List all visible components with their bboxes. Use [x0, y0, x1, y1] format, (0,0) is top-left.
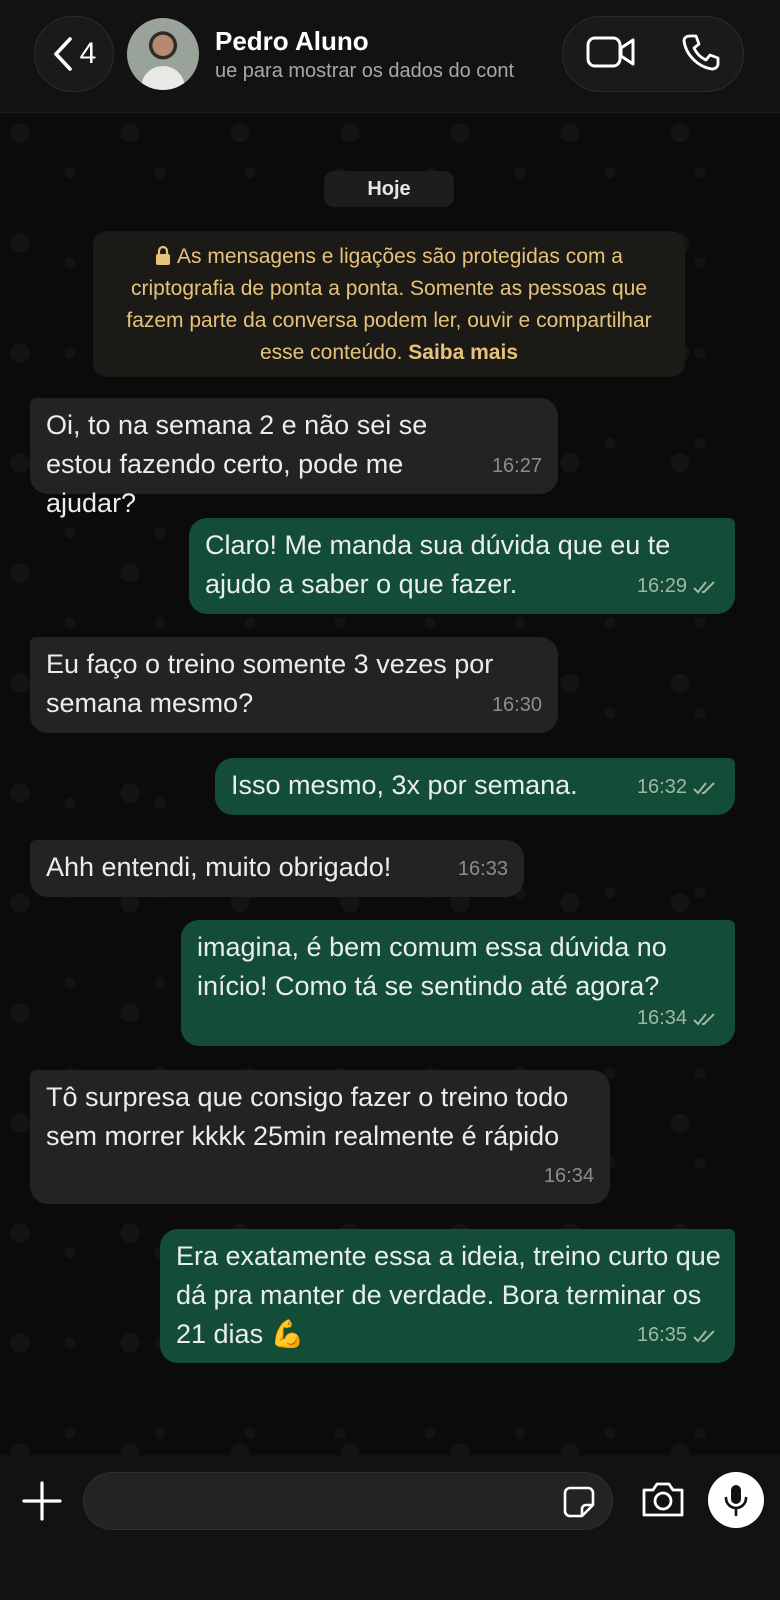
message-time: 16:29 [636, 575, 687, 597]
message-text: Eu faço o treino somente 3 vezes por sem… [46, 649, 494, 718]
message-time: 16:27 [491, 455, 542, 477]
message-time: 16:35 [636, 1324, 687, 1346]
message-input[interactable] [104, 1483, 538, 1521]
voice-call-button[interactable] [681, 32, 721, 77]
call-actions [562, 16, 744, 92]
voice-message-button[interactable] [708, 1472, 764, 1528]
message-outgoing[interactable]: Era exatamente essa a ideia, treino curt… [160, 1229, 735, 1363]
double-check-icon [693, 1012, 715, 1025]
chat-area[interactable]: Hoje As mensagens e ligações são protegi… [0, 113, 780, 1455]
message-time: 16:34 [636, 1007, 687, 1029]
video-camera-icon [586, 36, 634, 67]
contact-name[interactable]: Pedro Aluno [215, 26, 369, 57]
chevron-left-icon [53, 37, 72, 71]
double-check-icon [693, 1329, 715, 1342]
message-incoming[interactable]: Eu faço o treino somente 3 vezes por sem… [30, 637, 558, 733]
unread-count: 4 [79, 37, 97, 70]
encryption-text: As mensagens e ligações são protegidas c… [126, 245, 652, 364]
message-incoming[interactable]: Ahh entendi, muito obrigado! 16:33 [30, 840, 524, 897]
date-separator: Hoje [324, 171, 454, 207]
camera-button[interactable] [640, 1479, 686, 1523]
message-time: 16:32 [636, 776, 687, 798]
message-text: Oi, to na semana 2 e não sei se estou fa… [46, 410, 428, 518]
encryption-notice[interactable]: As mensagens e ligações são protegidas c… [93, 231, 685, 377]
double-check-icon [693, 781, 715, 794]
microphone-icon [724, 1485, 748, 1517]
message-outgoing[interactable]: imagina, é bem comum essa dúvida no iníc… [181, 920, 735, 1046]
message-composer [0, 1455, 780, 1600]
sticker-icon [563, 1486, 595, 1518]
attach-button[interactable] [20, 1479, 64, 1523]
message-incoming[interactable]: Oi, to na semana 2 e não sei se estou fa… [30, 398, 558, 518]
lock-icon [156, 246, 171, 265]
camera-icon [642, 1482, 684, 1517]
sticker-button[interactable] [562, 1485, 596, 1519]
double-check-icon [693, 580, 715, 593]
message-outgoing[interactable]: Claro! Me manda sua dúvida que eu te aju… [189, 518, 735, 614]
message-outgoing[interactable]: Isso mesmo, 3x por semana. 16:32 [215, 758, 735, 815]
phone-icon [682, 34, 719, 70]
message-text: Tô surpresa que consigo fazer o treino t… [46, 1082, 569, 1151]
back-button[interactable]: 4 [34, 16, 114, 92]
plus-icon [22, 1481, 62, 1521]
message-text: Ahh entendi, muito obrigado! [46, 852, 392, 882]
message-input-box[interactable] [83, 1472, 613, 1530]
message-text: imagina, é bem comum essa dúvida no iníc… [197, 932, 667, 1001]
message-incoming[interactable]: Tô surpresa que consigo fazer o treino t… [30, 1070, 610, 1204]
chat-header: 4 Pedro Aluno ue para mostrar os dados d… [0, 0, 780, 113]
message-time: 16:34 [543, 1165, 594, 1187]
video-call-button[interactable] [586, 35, 636, 74]
contact-subtitle[interactable]: ue para mostrar os dados do cont [215, 60, 545, 83]
message-time: 16:33 [457, 858, 508, 880]
avatar[interactable] [127, 18, 199, 90]
learn-more-link[interactable]: Saiba mais [408, 341, 518, 364]
message-time: 16:30 [491, 694, 542, 716]
